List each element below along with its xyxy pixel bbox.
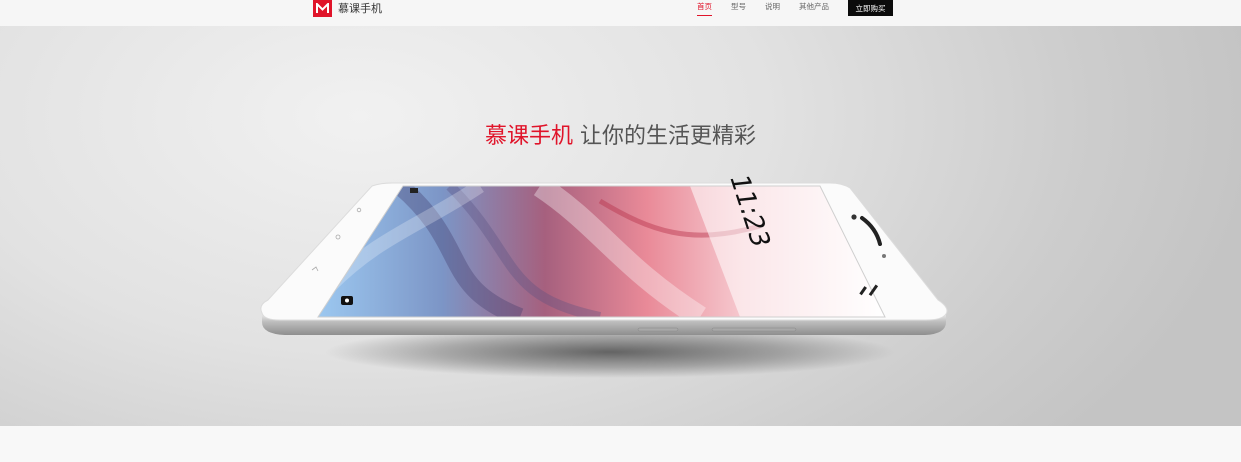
- nav-item-models-label: 型号: [731, 2, 746, 11]
- page-below-fold: [0, 426, 1241, 462]
- nav-item-instructions-label: 说明: [765, 2, 780, 11]
- buy-now-button[interactable]: 立即购买: [848, 0, 893, 16]
- nav-item-models[interactable]: 型号: [731, 2, 746, 12]
- top-navigation-bar: 慕课手机 首页 型号 说明 其他产品 立即购买: [0, 0, 1241, 26]
- nav-item-other-products[interactable]: 其他产品: [799, 2, 829, 12]
- logo-text: 慕课手机: [338, 2, 382, 15]
- phone-illustration: 11:23: [260, 174, 948, 378]
- volume-rocker: [711, 327, 797, 332]
- hero-banner: 慕课手机 让你的生活更精彩 11:23: [0, 26, 1241, 426]
- nav-item-home-label: 首页: [697, 2, 712, 11]
- front-camera: [851, 214, 857, 220]
- volume-button: [637, 327, 679, 332]
- nav-item-home[interactable]: 首页: [697, 2, 712, 16]
- nav-item-other-products-label: 其他产品: [799, 2, 829, 11]
- logo-m-icon: [313, 0, 332, 17]
- proximity-sensor: [882, 254, 886, 258]
- screen-status-icon: [410, 188, 418, 193]
- nav-active-underline: [697, 15, 712, 16]
- nav-item-instructions[interactable]: 说明: [765, 2, 780, 12]
- site-logo[interactable]: 慕课手机: [313, 0, 382, 17]
